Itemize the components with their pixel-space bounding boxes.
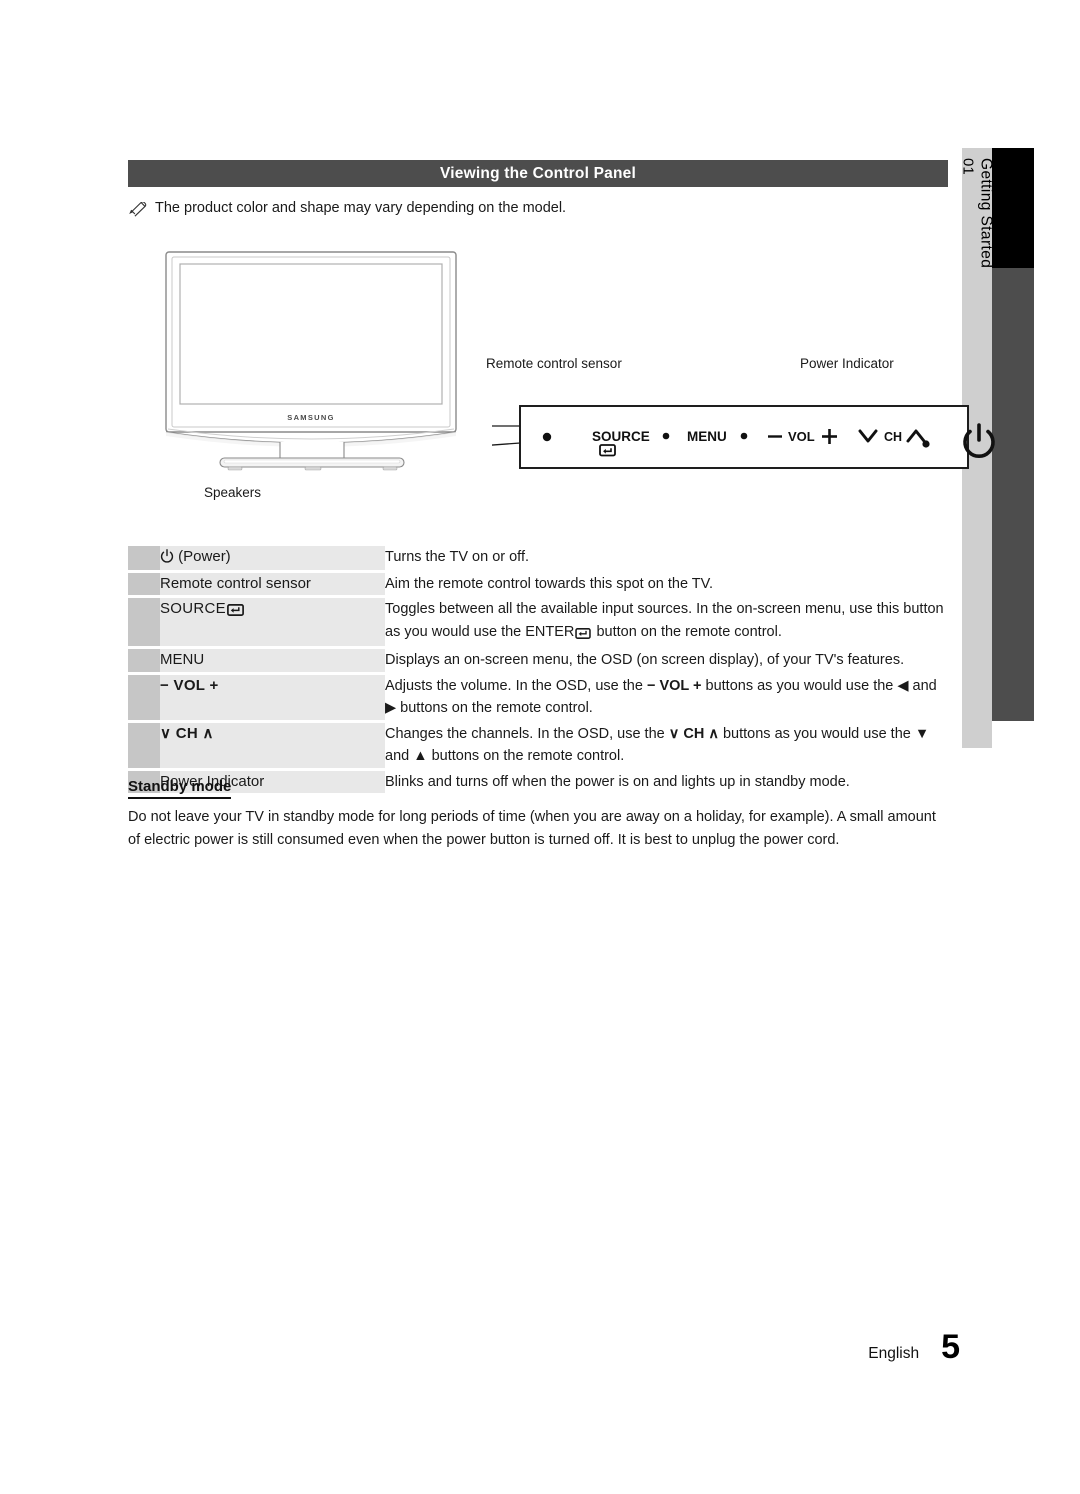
desc-part-strong: ∨ CH ∧ — [668, 725, 719, 742]
desc-part: button on the remote control. — [592, 623, 782, 640]
row-label-remote-sensor: Remote control sensor — [160, 572, 385, 596]
row-label-source: SOURCE — [160, 598, 385, 647]
panel-dot-2 — [740, 432, 748, 440]
row-label-menu: MENU — [160, 649, 385, 672]
standby-mode-body: Do not leave your TV in standby mode for… — [128, 809, 936, 849]
row-label-ch: ∨ CH ∧ — [160, 722, 385, 768]
table-row: ∨ CH ∧ Changes the channels. In the OSD,… — [128, 722, 948, 768]
section-number: 01 — [959, 158, 977, 175]
row-desc: Aim the remote control towards this spot… — [385, 575, 714, 592]
note-row: The product color and shape may vary dep… — [128, 200, 948, 218]
tv-illustration: SAMSUNG — [165, 251, 457, 471]
pencil-icon — [128, 201, 148, 218]
desc-part: Changes the channels. In the OSD, use th… — [385, 725, 669, 742]
table-row: SOURCE Toggles between all the available… — [128, 598, 948, 647]
remote-sensor-label: Remote control sensor — [486, 356, 622, 371]
enter-icon — [575, 624, 592, 646]
row-desc: Changes the channels. In the OSD, use th… — [385, 723, 948, 768]
row-desc: Adjusts the volume. In the OSD, use the … — [385, 675, 948, 720]
tv-brand-label: SAMSUNG — [287, 413, 334, 422]
row-label-text: Remote control sensor — [160, 574, 311, 592]
table-row: (Power) Turns the TV on or off. — [128, 546, 948, 570]
standby-mode-title: Standby mode — [128, 778, 232, 799]
row-label-text: SOURCE — [160, 600, 226, 618]
row-swatch — [128, 546, 160, 570]
row-label-vol: − VOL + — [160, 674, 385, 720]
row-swatch — [128, 649, 160, 672]
speakers-label: Speakers — [204, 485, 262, 500]
panel-power-group — [922, 423, 995, 459]
row-label-text: (Power) — [178, 548, 231, 565]
row-desc: Blinks and turns off when the power is o… — [385, 773, 850, 790]
power-indicator-dot — [922, 440, 930, 448]
table-row: MENU Displays an on-screen menu, the OSD… — [128, 649, 948, 672]
tab-marker-gray — [992, 268, 1034, 721]
row-desc: Displays an on-screen menu, the OSD (on … — [385, 652, 905, 669]
row-swatch — [128, 674, 160, 720]
table-row: − VOL + Adjusts the volume. In the OSD, … — [128, 674, 948, 720]
page-footer: English 5 — [780, 1330, 960, 1364]
row-swatch — [128, 572, 160, 596]
tab-marker-black — [992, 148, 1034, 268]
control-panel-figure: SAMSUNG Speakers Remote control sensor P… — [128, 240, 995, 520]
row-label-text: MENU — [160, 651, 205, 669]
table-row: Remote control sensor Aim the remote con… — [128, 572, 948, 596]
panel-vol-label: VOL — [788, 429, 815, 444]
power-indicator-label: Power Indicator — [800, 356, 894, 371]
note-text: The product color and shape may vary dep… — [155, 200, 567, 216]
enter-icon — [227, 601, 244, 623]
table-row: Power Indicator Blinks and turns off whe… — [128, 770, 948, 793]
row-label-power: (Power) — [160, 546, 385, 570]
panel-ch-label: CH — [884, 430, 902, 444]
footer-page-number: 5 — [941, 1328, 960, 1366]
row-desc: Turns the TV on or off. — [385, 549, 530, 565]
power-icon — [160, 548, 174, 570]
footer-language: English — [868, 1345, 920, 1362]
panel-menu-label: MENU — [687, 429, 727, 444]
control-panel-table: (Power) Turns the TV on or off. Remote c… — [128, 543, 948, 796]
row-desc: Toggles between all the available input … — [385, 598, 948, 646]
desc-part-strong: − VOL + — [646, 677, 702, 694]
desc-part-enter: ENTER — [525, 623, 575, 640]
page-title: Viewing the Control Panel — [128, 160, 948, 187]
row-swatch — [128, 722, 160, 768]
power-icon — [963, 423, 995, 459]
remote-sensor-dot — [542, 432, 552, 442]
panel-source-label: SOURCE — [592, 429, 650, 444]
control-panel-diagram: SOURCE MENU VOL CH — [492, 405, 969, 469]
row-swatch — [128, 598, 160, 647]
panel-dot-1 — [662, 432, 670, 440]
desc-part: Adjusts the volume. In the OSD, use the — [385, 677, 647, 694]
